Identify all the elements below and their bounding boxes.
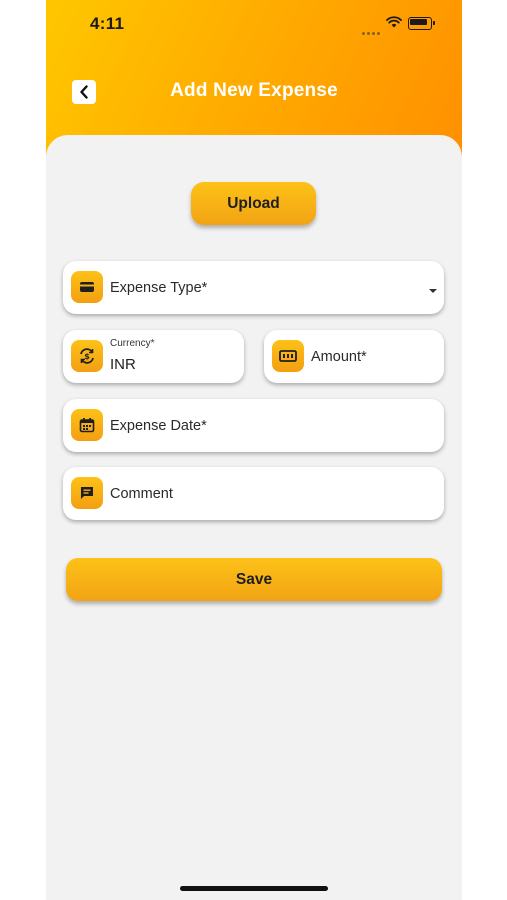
expense-date-label: Expense Date*: [110, 418, 207, 434]
expense-type-dropdown[interactable]: Expense Type*: [63, 261, 444, 314]
cellular-signal-icon: [362, 22, 382, 40]
save-button[interactable]: Save: [66, 558, 442, 601]
home-indicator: [180, 886, 328, 891]
upload-button[interactable]: Upload: [191, 182, 316, 225]
app-screen: 4:11 Add New Expense Upload Expense Type…: [46, 0, 462, 900]
status-time: 4:11: [90, 14, 125, 33]
form-container: Upload Expense Type* $ Currency* INR Amo…: [46, 135, 462, 900]
status-bar: 4:11: [46, 0, 462, 50]
dropdown-caret-icon: [429, 289, 437, 293]
page-title: Add New Expense: [170, 80, 338, 101]
currency-value: INR: [110, 356, 136, 373]
amount-field[interactable]: Amount*: [264, 330, 444, 383]
expense-date-field[interactable]: Expense Date*: [63, 399, 444, 452]
cash-icon: [272, 340, 304, 372]
currency-field[interactable]: $ Currency* INR: [63, 330, 244, 383]
currency-label: Currency*: [110, 338, 155, 349]
svg-text:$: $: [84, 352, 90, 361]
calendar-icon: [71, 409, 103, 441]
comment-icon: [71, 477, 103, 509]
battery-icon: [408, 17, 435, 30]
comment-label: Comment: [110, 486, 173, 502]
wifi-icon: [386, 15, 402, 33]
expense-type-label: Expense Type*: [110, 280, 208, 296]
comment-field[interactable]: Comment: [63, 467, 444, 520]
amount-label: Amount*: [311, 349, 367, 365]
wallet-icon: [71, 271, 103, 303]
currency-exchange-icon: $: [71, 340, 103, 372]
